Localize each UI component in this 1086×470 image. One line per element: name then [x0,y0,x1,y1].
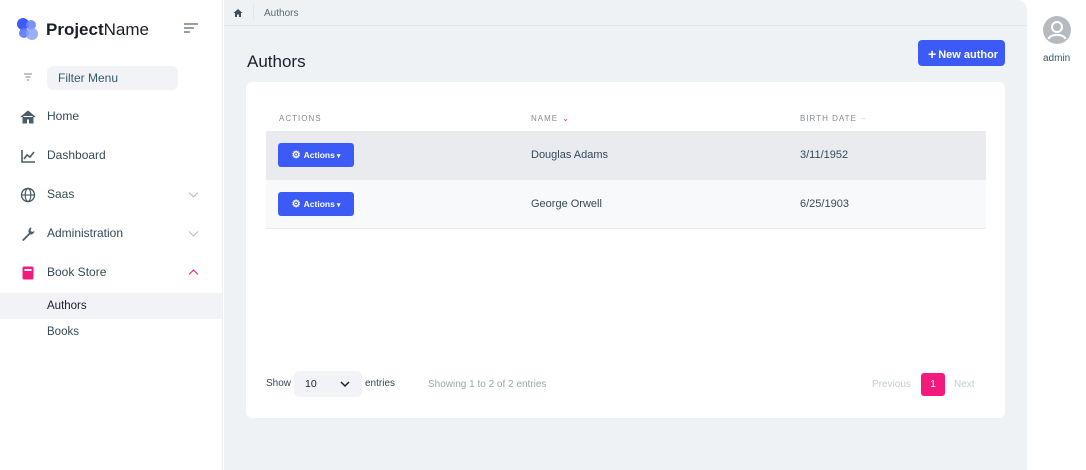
actions-label: Actions [303,149,335,160]
chevron-down-icon [188,192,199,198]
sidebar-item-label: Home [47,109,80,123]
book-icon [22,266,34,280]
user-name[interactable]: admin [1043,53,1070,64]
brand-name-rest: Name [103,20,149,39]
author-name-cell: George Orwell [531,198,602,210]
caret-down-icon: ▾ [336,201,341,209]
chart-line-icon [21,150,35,163]
plus-icon: + [928,46,937,62]
filter-menu-input[interactable] [47,66,178,90]
actions-dropdown-button[interactable]: ⚙ Actions ▾ [278,143,354,167]
birth-date-cell: 6/25/1903 [800,198,849,210]
table-row: ⚙ Actions ▾ Douglas Adams 3/11/1952 [266,131,986,180]
breadcrumb: Authors [224,0,1027,26]
sidebar-subitem-label: Authors [47,300,87,312]
user-avatar-icon[interactable] [1043,16,1071,44]
show-label: Show [266,378,292,389]
sidebar-item-saas[interactable]: Saas [0,175,222,214]
gear-icon: ⚙ [291,149,301,161]
new-author-label: New author [938,49,999,61]
showing-entries-info: Showing 1 to 2 of 2 entries [428,379,547,390]
page-title: Authors [247,52,306,71]
page-size-select[interactable]: 10 [294,371,362,397]
brand-name: ProjectName [46,20,149,40]
main-content: Authors Authors + New author ACTIONS NAME… [224,0,1027,470]
column-header-birth-date[interactable]: BIRTH DATE – [800,114,866,123]
sidebar-item-administration[interactable]: Administration [0,214,222,253]
sidebar-subitem-label: Books [47,326,79,338]
wrench-icon [22,227,35,241]
caret-down-icon: ▾ [336,152,341,160]
sidebar-subitem-books[interactable]: Books [0,319,222,345]
actions-label: Actions [303,198,335,209]
chevron-down-icon [340,381,350,388]
page-size-value: 10 [305,378,317,390]
sort-desc-icon: ⌄ [562,114,570,123]
column-header-name-label: NAME [531,114,559,123]
sidebar-item-label: Saas [47,187,75,201]
column-header-actions: ACTIONS [279,114,322,123]
sidebar-item-book-store[interactable]: Book Store [0,253,222,292]
sort-icon: – [860,114,867,123]
column-header-name[interactable]: NAME ⌄ [531,114,570,123]
menu-collapse-icon[interactable] [184,22,198,34]
menu-filter [18,66,178,90]
actions-dropdown-button[interactable]: ⚙ Actions ▾ [278,192,354,216]
brand-name-bold: Project [46,20,104,39]
logo-icon [17,18,38,40]
authors-table-card: ACTIONS NAME ⌄ BIRTH DATE – ⚙ Actions ▾ Doug… [246,82,1005,418]
sidebar-item-label: Dashboard [47,148,106,162]
sidebar-item-home[interactable]: Home [0,97,222,136]
column-header-birth-date-label: BIRTH DATE [800,114,857,123]
sidebar-item-label: Administration [47,226,124,240]
breadcrumb-separator [253,4,254,21]
sidebar-subitem-authors[interactable]: Authors [0,293,222,319]
pagination-page-1[interactable]: 1 [921,373,945,396]
birth-date-cell: 3/11/1952 [800,149,849,161]
chevron-up-icon [188,269,199,275]
chevron-down-icon [188,231,199,237]
globe-icon [20,187,36,203]
home-icon [20,110,36,124]
brand-logo[interactable]: ProjectName [14,16,209,42]
home-icon[interactable] [233,8,243,18]
author-name-cell: Douglas Adams [531,149,609,161]
sidebar-item-dashboard[interactable]: Dashboard [0,136,222,175]
breadcrumb-current: Authors [264,8,299,19]
table-row: ⚙ Actions ▾ George Orwell 6/25/1903 [266,180,986,229]
sidebar: ProjectName Home Dashboard [0,0,223,470]
entries-label: entries [365,378,396,389]
gear-icon: ⚙ [291,198,301,210]
new-author-button[interactable]: + New author [918,40,1005,66]
pagination-next[interactable]: Next [954,379,975,390]
sidebar-item-label: Book Store [47,265,107,279]
filter-icon [24,73,32,81]
pagination-previous[interactable]: Previous [872,379,911,390]
